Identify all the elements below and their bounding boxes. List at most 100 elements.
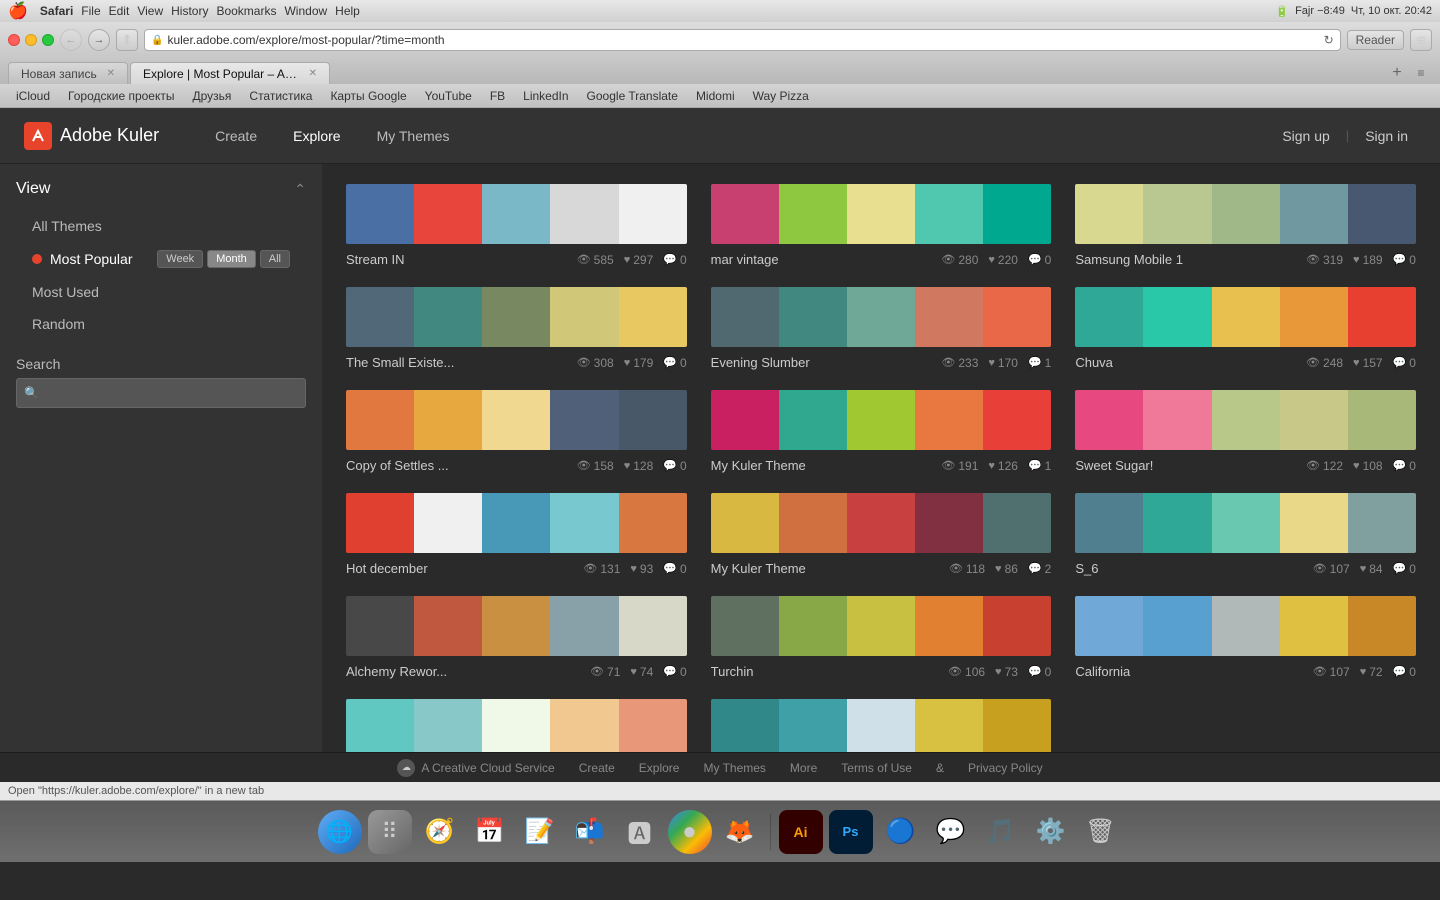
swatches-chuva[interactable] [1075, 287, 1416, 347]
menu-history[interactable]: History [171, 4, 208, 18]
bookmark-google-translate[interactable]: Google Translate [579, 87, 686, 105]
menu-safari[interactable]: Safari [40, 4, 73, 18]
share-button[interactable]: ⬆ [116, 29, 138, 51]
time-filter-week[interactable]: Week [157, 250, 203, 268]
bookmark-icloud[interactable]: iCloud [8, 87, 58, 105]
dock-notes[interactable]: 📝 [518, 810, 562, 854]
comments-hot-december: 💬0 [663, 562, 686, 576]
swatches-my-kuler-theme[interactable] [711, 390, 1052, 450]
back-button[interactable]: ← [60, 29, 82, 51]
footer-privacy-link[interactable]: Privacy Policy [968, 761, 1043, 775]
swatches-stream-in[interactable] [346, 184, 687, 244]
dock-music[interactable]: 🎵 [979, 810, 1023, 854]
expand-button[interactable]: ⊞ [1410, 29, 1432, 51]
url-bar[interactable]: 🔒 kuler.adobe.com/explore/most-popular/?… [144, 29, 1341, 51]
bookmark-youtube[interactable]: YouTube [417, 87, 480, 105]
bookmark-google-maps[interactable]: Карты Google [322, 87, 414, 105]
meta-small-existe: The Small Existe... 👁308 ♥179 💬0 [346, 355, 687, 370]
swatches-turchin[interactable] [711, 596, 1052, 656]
search-input[interactable] [16, 378, 306, 408]
dock-safari[interactable]: 🧭 [418, 810, 462, 854]
dock-skype[interactable]: 💬 [929, 810, 973, 854]
auth-divider: | [1346, 128, 1349, 143]
swatch [847, 493, 915, 553]
likes-stream-in: ♥297 [624, 253, 654, 267]
window-close-btn[interactable] [8, 34, 20, 46]
bookmark-friends[interactable]: Друзья [184, 87, 239, 105]
sidebar-item-most-popular[interactable]: Most Popular Week Month All [16, 242, 306, 276]
tab-list-button[interactable]: ≡ [1410, 62, 1432, 84]
swatches-mar-vintage[interactable] [711, 184, 1052, 244]
sidebar-item-random[interactable]: Random [16, 308, 306, 340]
footer-explore-link[interactable]: Explore [639, 761, 680, 775]
footer-create-link[interactable]: Create [579, 761, 615, 775]
time-filter-all[interactable]: All [260, 250, 290, 268]
app-logo[interactable]: Adobe Kuler [24, 122, 159, 150]
dock-trash[interactable]: 🗑 [1079, 810, 1123, 854]
footer-more-link[interactable]: More [790, 761, 817, 775]
footer-mythemes-link[interactable]: My Themes [703, 761, 765, 775]
dock-system-prefs[interactable]: ⚙️ [1029, 810, 1073, 854]
time-filter-month[interactable]: Month [207, 250, 256, 268]
menu-edit[interactable]: Edit [109, 4, 130, 18]
dock-photoshop[interactable]: Ps [829, 810, 873, 854]
swatches-sweet-sugar[interactable] [1075, 390, 1416, 450]
tab-1[interactable]: Новая запись ✕ [8, 62, 128, 84]
swatches-hot-december[interactable] [346, 493, 687, 553]
menu-help[interactable]: Help [335, 4, 360, 18]
swatches-copy-settles[interactable] [346, 390, 687, 450]
apple-menu[interactable]: 🍎 [8, 1, 28, 21]
tab-2[interactable]: Explore | Most Popular – Adobe Kuler ✕ [130, 62, 330, 84]
swatches-my-kuler-theme-2[interactable] [711, 493, 1052, 553]
dock-mail[interactable]: 📬 [568, 810, 612, 854]
forward-button[interactable]: → [88, 29, 110, 51]
dock-firefox[interactable]: 🦊 [718, 810, 762, 854]
dock-launchpad[interactable]: ⠿ [368, 810, 412, 854]
dock-calendar[interactable]: 📅 [468, 810, 512, 854]
sidebar-collapse-button[interactable]: ⌃ [294, 181, 306, 198]
bookmark-city-projects[interactable]: Городские проекты [60, 87, 182, 105]
swatches-evening-slumber[interactable] [711, 287, 1052, 347]
nav-create[interactable]: Create [199, 120, 273, 152]
swatches-s6[interactable] [1075, 493, 1416, 553]
title-alchemy-rewor: Alchemy Rewor... [346, 664, 580, 679]
nav-mythemes[interactable]: My Themes [361, 120, 466, 152]
refresh-icon[interactable]: ↻ [1324, 33, 1334, 47]
window-maximize-btn[interactable] [42, 34, 54, 46]
themes-row-6: S_11 👁112 ♥78 💬1 Travel 👁106 ♥71 💬0 [346, 699, 1416, 752]
sidebar-item-all-themes[interactable]: All Themes [16, 210, 306, 242]
nav-explore[interactable]: Explore [277, 120, 356, 152]
reader-button[interactable]: Reader [1347, 30, 1404, 50]
swatches-s11[interactable] [346, 699, 687, 752]
new-tab-button[interactable]: + [1386, 62, 1408, 84]
bookmark-linkedin[interactable]: LinkedIn [515, 87, 576, 105]
dock-chrome[interactable]: ● [668, 810, 712, 854]
swatches-small-existe[interactable] [346, 287, 687, 347]
bookmark-stats[interactable]: Статистика [241, 87, 320, 105]
swatches-california[interactable] [1075, 596, 1416, 656]
dock-appstore[interactable]: 🅰 [618, 810, 662, 854]
signup-button[interactable]: Sign up [1274, 124, 1337, 148]
window-minimize-btn[interactable] [25, 34, 37, 46]
dock-browser2[interactable]: 🔵 [879, 810, 923, 854]
footer-terms-link[interactable]: Terms of Use [841, 761, 912, 775]
bookmark-fb[interactable]: FB [482, 87, 513, 105]
menu-file[interactable]: File [81, 4, 100, 18]
dock-finder[interactable]: 🌐 [318, 810, 362, 854]
swatches-travel[interactable] [711, 699, 1052, 752]
menu-view[interactable]: View [137, 4, 163, 18]
swatch [847, 184, 915, 244]
swatches-samsung-mobile-1[interactable] [1075, 184, 1416, 244]
tab-1-close[interactable]: ✕ [107, 68, 115, 79]
signin-button[interactable]: Sign in [1357, 124, 1416, 148]
sidebar-item-most-used[interactable]: Most Used [16, 276, 306, 308]
menu-bookmarks[interactable]: Bookmarks [216, 4, 276, 18]
bookmark-way-pizza[interactable]: Way Pizza [745, 87, 817, 105]
bookmark-midomi[interactable]: Midomi [688, 87, 743, 105]
dock-illustrator[interactable]: Ai [779, 810, 823, 854]
swatch [1075, 493, 1143, 553]
menu-window[interactable]: Window [284, 4, 327, 18]
comments-my-kuler-theme-2: 💬2 [1028, 562, 1051, 576]
swatches-alchemy-rewor[interactable] [346, 596, 687, 656]
tab-2-close[interactable]: ✕ [309, 68, 317, 79]
